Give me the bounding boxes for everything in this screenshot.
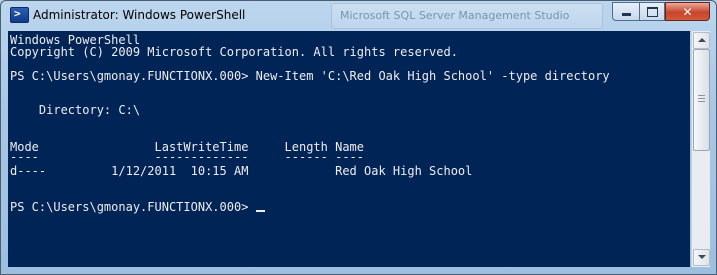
chevron-down-icon [698, 255, 706, 259]
scroll-thumb[interactable] [693, 49, 710, 151]
powershell-icon[interactable]: > [10, 7, 29, 23]
minimize-button[interactable] [612, 2, 639, 21]
background-app-title: Microsoft SQL Server Management Studio [331, 3, 603, 29]
grip-line [698, 95, 705, 96]
prompt-line[interactable]: PS C:\Users\gmonay.FUNCTIONX.000> [10, 200, 265, 214]
powershell-window: Microsoft SQL Server Management Studio >… [0, 0, 717, 275]
command-line: PS C:\Users\gmonay.FUNCTIONX.000> New-It… [10, 69, 610, 83]
console-output[interactable]: Windows PowerShell Copyright (C) 2009 Mi… [8, 31, 690, 267]
close-icon: ✕ [682, 4, 693, 19]
text-cursor [255, 210, 265, 212]
close-button[interactable]: ✕ [665, 2, 710, 21]
minimize-icon [621, 13, 631, 16]
table-rule: ---- ------------- ------ ---- [10, 150, 365, 164]
grip-line [698, 101, 705, 102]
grip-line [698, 98, 705, 99]
vertical-scrollbar[interactable] [691, 31, 710, 267]
background-app-label: Microsoft SQL Server Management Studio [340, 9, 570, 22]
maximize-icon [646, 6, 658, 17]
scroll-up-button[interactable] [693, 32, 710, 49]
table-row: d---- 1/12/2011 10:15 AM Red Oak High Sc… [10, 164, 473, 178]
directory-line: Directory: C:\ [10, 103, 141, 117]
title-bar[interactable]: Microsoft SQL Server Management Studio >… [1, 1, 716, 31]
prompt-text: PS C:\Users\gmonay.FUNCTIONX.000> [10, 200, 256, 214]
maximize-button[interactable] [639, 2, 665, 21]
scroll-down-button[interactable] [693, 249, 710, 266]
chevron-up-icon [698, 38, 706, 42]
window-title: Administrator: Windows PowerShell [33, 8, 246, 22]
header-line-2: Copyright (C) 2009 Microsoft Corporation… [10, 45, 458, 59]
